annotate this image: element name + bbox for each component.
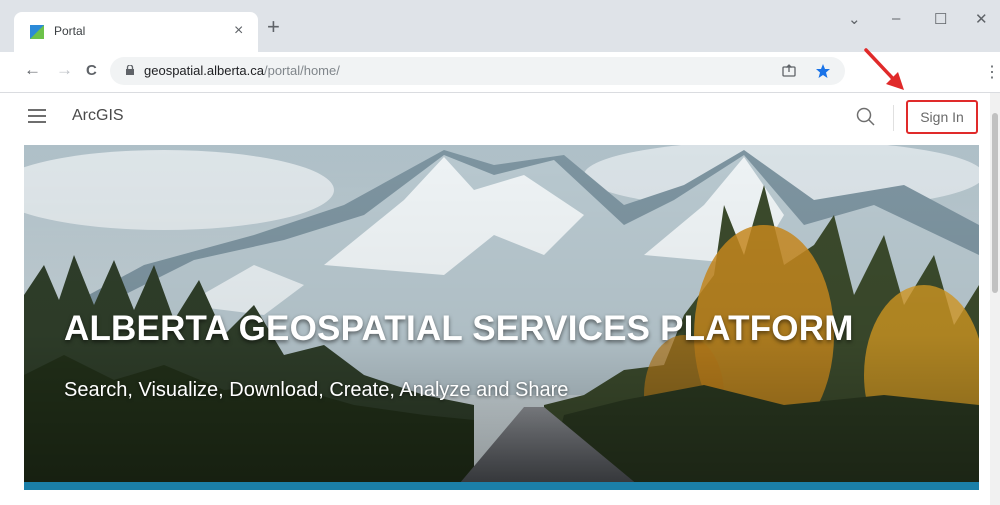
hero-accent-bar [24,482,979,490]
brand-name[interactable]: ArcGIS [72,107,124,125]
lock-icon [126,65,134,75]
back-button[interactable]: ← [24,60,41,80]
hero-title: ALBERTA GEOSPATIAL SERVICES PLATFORM [64,309,854,348]
arcgis-header: ArcGIS Sign In [8,93,992,143]
header-divider [893,105,894,131]
menu-icon[interactable] [28,109,46,125]
page-scrollbar[interactable] [990,93,1000,505]
forward-button[interactable]: → [56,60,73,80]
new-tab-button[interactable]: + [267,15,280,39]
url-host: geospatial.alberta.ca [144,63,264,78]
close-tab-icon[interactable]: × [234,21,243,41]
scroll-thumb[interactable] [992,113,998,293]
browser-menu-icon[interactable]: ⋮ [984,62,1000,82]
minimize-button[interactable]: – [892,10,900,27]
sign-in-button[interactable]: Sign In [906,100,978,134]
close-window-button[interactable]: ✕ [975,10,988,28]
portal-favicon-icon [30,25,44,39]
page-content: ArcGIS Sign In ALBERTA GEOSPATIAL SERVIC… [8,93,992,505]
tab-title: Portal [54,24,86,38]
hero-subtitle: Search, Visualize, Download, Create, Ana… [64,379,569,401]
url-path: /portal/home/ [263,63,340,78]
search-icon[interactable] [854,105,878,129]
hero-banner: ALBERTA GEOSPATIAL SERVICES PLATFORM Sea… [24,145,979,490]
url-text: geospatial.alberta.ca/portal/home/ [144,63,340,78]
browser-tab[interactable]: Portal × [14,12,258,52]
star-icon[interactable] [815,63,831,79]
address-bar[interactable]: geospatial.alberta.ca/portal/home/ [110,57,845,85]
reload-button[interactable]: C [86,62,97,79]
annotation-arrow [864,48,904,90]
share-icon[interactable] [782,64,796,78]
maximize-button[interactable]: ☐ [934,10,947,28]
tab-search-icon[interactable]: ⌄ [848,10,861,28]
browser-toolbar: ← → C geospatial.alberta.ca/portal/home/… [0,52,1000,93]
browser-tabstrip: Portal × + ⌄ – ☐ ✕ [0,0,1000,52]
